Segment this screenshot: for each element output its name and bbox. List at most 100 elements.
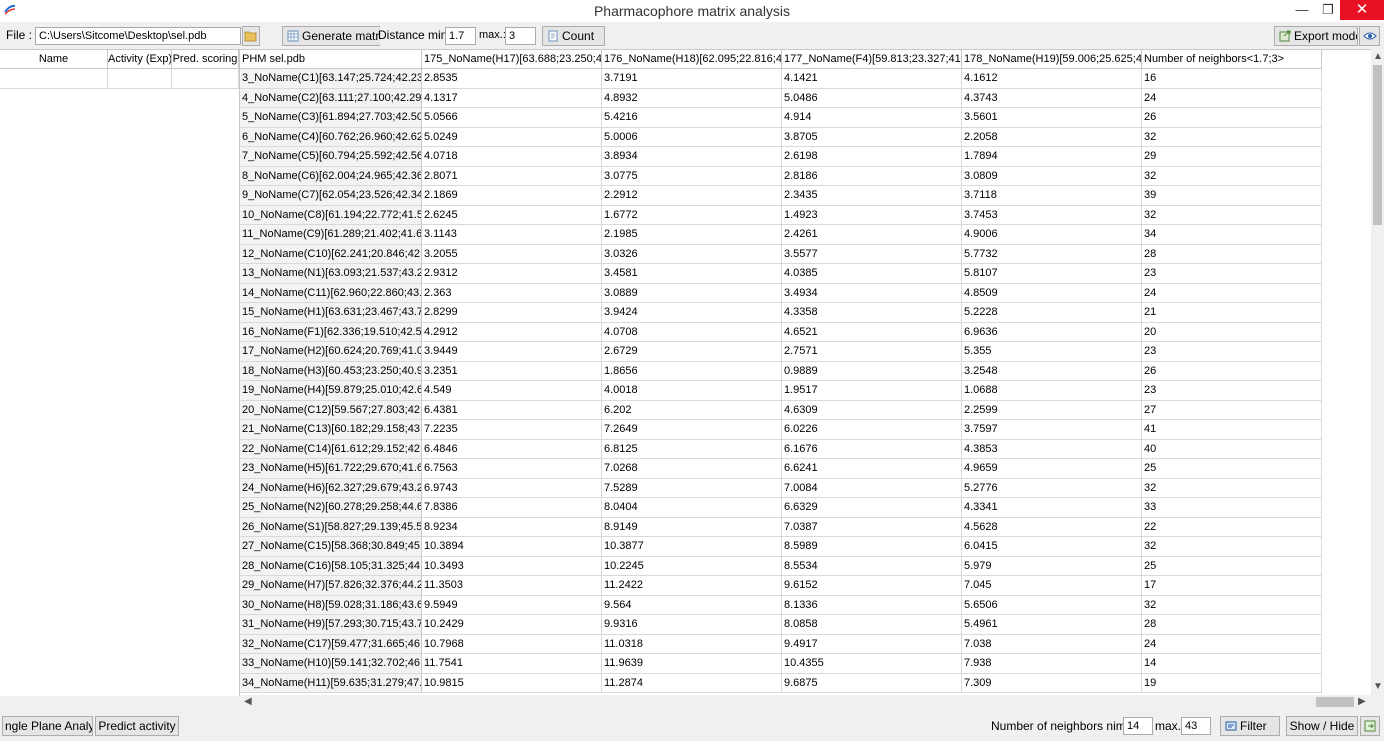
distance-cell[interactable]: 3.7597 [962, 420, 1142, 440]
row-label-cell[interactable]: 9_NoName(C7)[62.054;23.526;42.342] [240, 186, 422, 206]
distance-cell[interactable]: 2.8299 [422, 303, 602, 323]
distance-cell[interactable]: 11.9639 [602, 654, 782, 674]
show-hide-button[interactable]: Show / Hide [1286, 716, 1358, 736]
distance-cell[interactable]: 4.9659 [962, 459, 1142, 479]
distance-cell[interactable]: 3.7453 [962, 205, 1142, 225]
distance-cell[interactable]: 6.6241 [782, 459, 962, 479]
distance-cell[interactable]: 5.4961 [962, 615, 1142, 635]
distance-cell[interactable]: 5.6506 [962, 595, 1142, 615]
table-row[interactable]: 26_NoName(S1)[58.827;29.139;45.532 8.9234… [240, 517, 1322, 537]
neighbors-count-cell[interactable]: 34 [1142, 225, 1322, 245]
distance-cell[interactable]: 8.5534 [782, 556, 962, 576]
neighbors-count-cell[interactable]: 33 [1142, 498, 1322, 518]
distance-cell[interactable]: 4.2912 [422, 322, 602, 342]
neighbors-count-cell[interactable]: 32 [1142, 537, 1322, 557]
distance-cell[interactable]: 5.979 [962, 556, 1142, 576]
distance-cell[interactable]: 2.363 [422, 283, 602, 303]
neighbors-count-cell[interactable]: 25 [1142, 556, 1322, 576]
neighbors-count-cell[interactable]: 32 [1142, 595, 1322, 615]
distance-cell[interactable]: 6.9743 [422, 478, 602, 498]
table-row[interactable]: 12_NoName(C10)[62.241;20.846;42.4 3.2055 3… [240, 244, 1322, 264]
table-row[interactable]: 33_NoName(H10)[59.141;32.702;46.2 11.7541… [240, 654, 1322, 674]
distance-cell[interactable]: 5.7732 [962, 244, 1142, 264]
distance-cell[interactable]: 2.8535 [422, 69, 602, 89]
distance-cell[interactable]: 2.2599 [962, 400, 1142, 420]
distance-cell[interactable]: 7.8386 [422, 498, 602, 518]
distance-cell[interactable]: 9.564 [602, 595, 782, 615]
neighbors-count-cell[interactable]: 26 [1142, 108, 1322, 128]
distance-cell[interactable]: 7.0268 [602, 459, 782, 479]
filter-button[interactable]: Filter [1220, 716, 1280, 736]
row-label-cell[interactable]: 26_NoName(S1)[58.827;29.139;45.532 [240, 517, 422, 537]
row-label-cell[interactable]: 30_NoName(H8)[59.028;31.186;43.62 [240, 595, 422, 615]
distance-cell[interactable]: 4.9006 [962, 225, 1142, 245]
table-row[interactable]: 16_NoName(F1)[62.336;19.510;42.527 4.2912… [240, 322, 1322, 342]
header-neighbors[interactable]: Number of neighbors<1.7;3> [1142, 50, 1322, 69]
row-label-cell[interactable]: 31_NoName(H9)[57.293;30.715;43.79 [240, 615, 422, 635]
neighbors-count-cell[interactable]: 32 [1142, 166, 1322, 186]
distance-cell[interactable]: 11.2422 [602, 576, 782, 596]
distance-cell[interactable]: 5.2228 [962, 303, 1142, 323]
distance-cell[interactable]: 5.0566 [422, 108, 602, 128]
row-label-cell[interactable]: 18_NoName(H3)[60.453;23.250;40.93 [240, 361, 422, 381]
row-label-cell[interactable]: 4_NoName(C2)[63.111;27.100;42.299] [240, 88, 422, 108]
table-row[interactable]: 8_NoName(C6)[62.004;24.965;42.365] 2.8071… [240, 166, 1322, 186]
distance-cell[interactable]: 4.3853 [962, 439, 1142, 459]
row-label-cell[interactable]: 14_NoName(C11)[62.960;22.860;43.1 [240, 283, 422, 303]
neighbors-count-cell[interactable]: 32 [1142, 205, 1322, 225]
table-row[interactable]: 4_NoName(C2)[63.111;27.100;42.299] 4.1317… [240, 88, 1322, 108]
distance-cell[interactable]: 7.5289 [602, 478, 782, 498]
distance-cell[interactable]: 9.6875 [782, 673, 962, 693]
neighbors-count-cell[interactable]: 39 [1142, 186, 1322, 206]
distance-cell[interactable]: 4.3358 [782, 303, 962, 323]
table-row[interactable]: 28_NoName(C16)[58.105;31.325;44.1 10.3493… [240, 556, 1322, 576]
distance-cell[interactable]: 3.2351 [422, 361, 602, 381]
distance-cell[interactable]: 9.5949 [422, 595, 602, 615]
distance-cell[interactable]: 5.0249 [422, 127, 602, 147]
distance-cell[interactable]: 10.4355 [782, 654, 962, 674]
distance-cell[interactable]: 2.6729 [602, 342, 782, 362]
row-label-cell[interactable]: 8_NoName(C6)[62.004;24.965;42.365] [240, 166, 422, 186]
table-row[interactable]: 29_NoName(H7)[57.826;32.376;44.25 11.3503… [240, 576, 1322, 596]
maximize-button[interactable]: ❐ [1314, 0, 1342, 20]
row-label-cell[interactable]: 22_NoName(C14)[61.612;29.152;42.6 [240, 439, 422, 459]
distance-cell[interactable]: 11.2874 [602, 673, 782, 693]
distance-cell[interactable]: 9.6152 [782, 576, 962, 596]
distance-cell[interactable]: 6.0226 [782, 420, 962, 440]
neighbors-count-cell[interactable]: 24 [1142, 88, 1322, 108]
row-label-cell[interactable]: 27_NoName(C15)[58.368;30.849;45.5 [240, 537, 422, 557]
row-label-cell[interactable]: 29_NoName(H7)[57.826;32.376;44.25 [240, 576, 422, 596]
distance-cell[interactable]: 7.2649 [602, 420, 782, 440]
neighbors-count-cell[interactable]: 24 [1142, 283, 1322, 303]
scroll-left-icon[interactable]: ◀ [244, 696, 252, 707]
distance-cell[interactable]: 4.0018 [602, 381, 782, 401]
distance-cell[interactable]: 1.8656 [602, 361, 782, 381]
neighbors-count-cell[interactable]: 24 [1142, 634, 1322, 654]
distance-cell[interactable]: 8.9234 [422, 517, 602, 537]
neighbors-count-cell[interactable]: 29 [1142, 147, 1322, 167]
distance-cell[interactable]: 7.309 [962, 673, 1142, 693]
distance-cell[interactable]: 6.4846 [422, 439, 602, 459]
header-col-175[interactable]: 175_NoName(H17)[63.688;23.250;40. [422, 50, 602, 69]
neighbors-count-cell[interactable]: 23 [1142, 342, 1322, 362]
table-row[interactable]: 24_NoName(H6)[62.327;29.679;43.25 6.9743 7… [240, 478, 1322, 498]
distance-cell[interactable]: 8.0404 [602, 498, 782, 518]
distance-cell[interactable]: 6.7563 [422, 459, 602, 479]
table-row[interactable]: 3_NoName(C1)[63.147;25.724;42.230] 2.8535… [240, 69, 1322, 89]
distance-cell[interactable]: 3.9424 [602, 303, 782, 323]
distance-cell[interactable]: 2.6198 [782, 147, 962, 167]
distance-cell[interactable]: 5.8107 [962, 264, 1142, 284]
distance-cell[interactable]: 1.4923 [782, 205, 962, 225]
distance-cell[interactable]: 9.9316 [602, 615, 782, 635]
distance-cell[interactable]: 3.8934 [602, 147, 782, 167]
row-label-cell[interactable]: 16_NoName(F1)[62.336;19.510;42.527 [240, 322, 422, 342]
table-row[interactable]: 34_NoName(H11)[59.635;31.279;47.2 10.9815… [240, 673, 1322, 693]
row-label-cell[interactable]: 11_NoName(C9)[61.289;21.402;41.64 [240, 225, 422, 245]
table-row[interactable]: 19_NoName(H4)[59.879;25.010;42.67 4.549 4.… [240, 381, 1322, 401]
distance-cell[interactable]: 2.3435 [782, 186, 962, 206]
distance-cell[interactable]: 4.8932 [602, 88, 782, 108]
distance-cell[interactable]: 10.2245 [602, 556, 782, 576]
row-label-cell[interactable]: 20_NoName(C12)[59.567;27.803;42.8 [240, 400, 422, 420]
row-label-cell[interactable]: 19_NoName(H4)[59.879;25.010;42.67 [240, 381, 422, 401]
header-col-177[interactable]: 177_NoName(F4)[59.813;23.327;41.6 [782, 50, 962, 69]
